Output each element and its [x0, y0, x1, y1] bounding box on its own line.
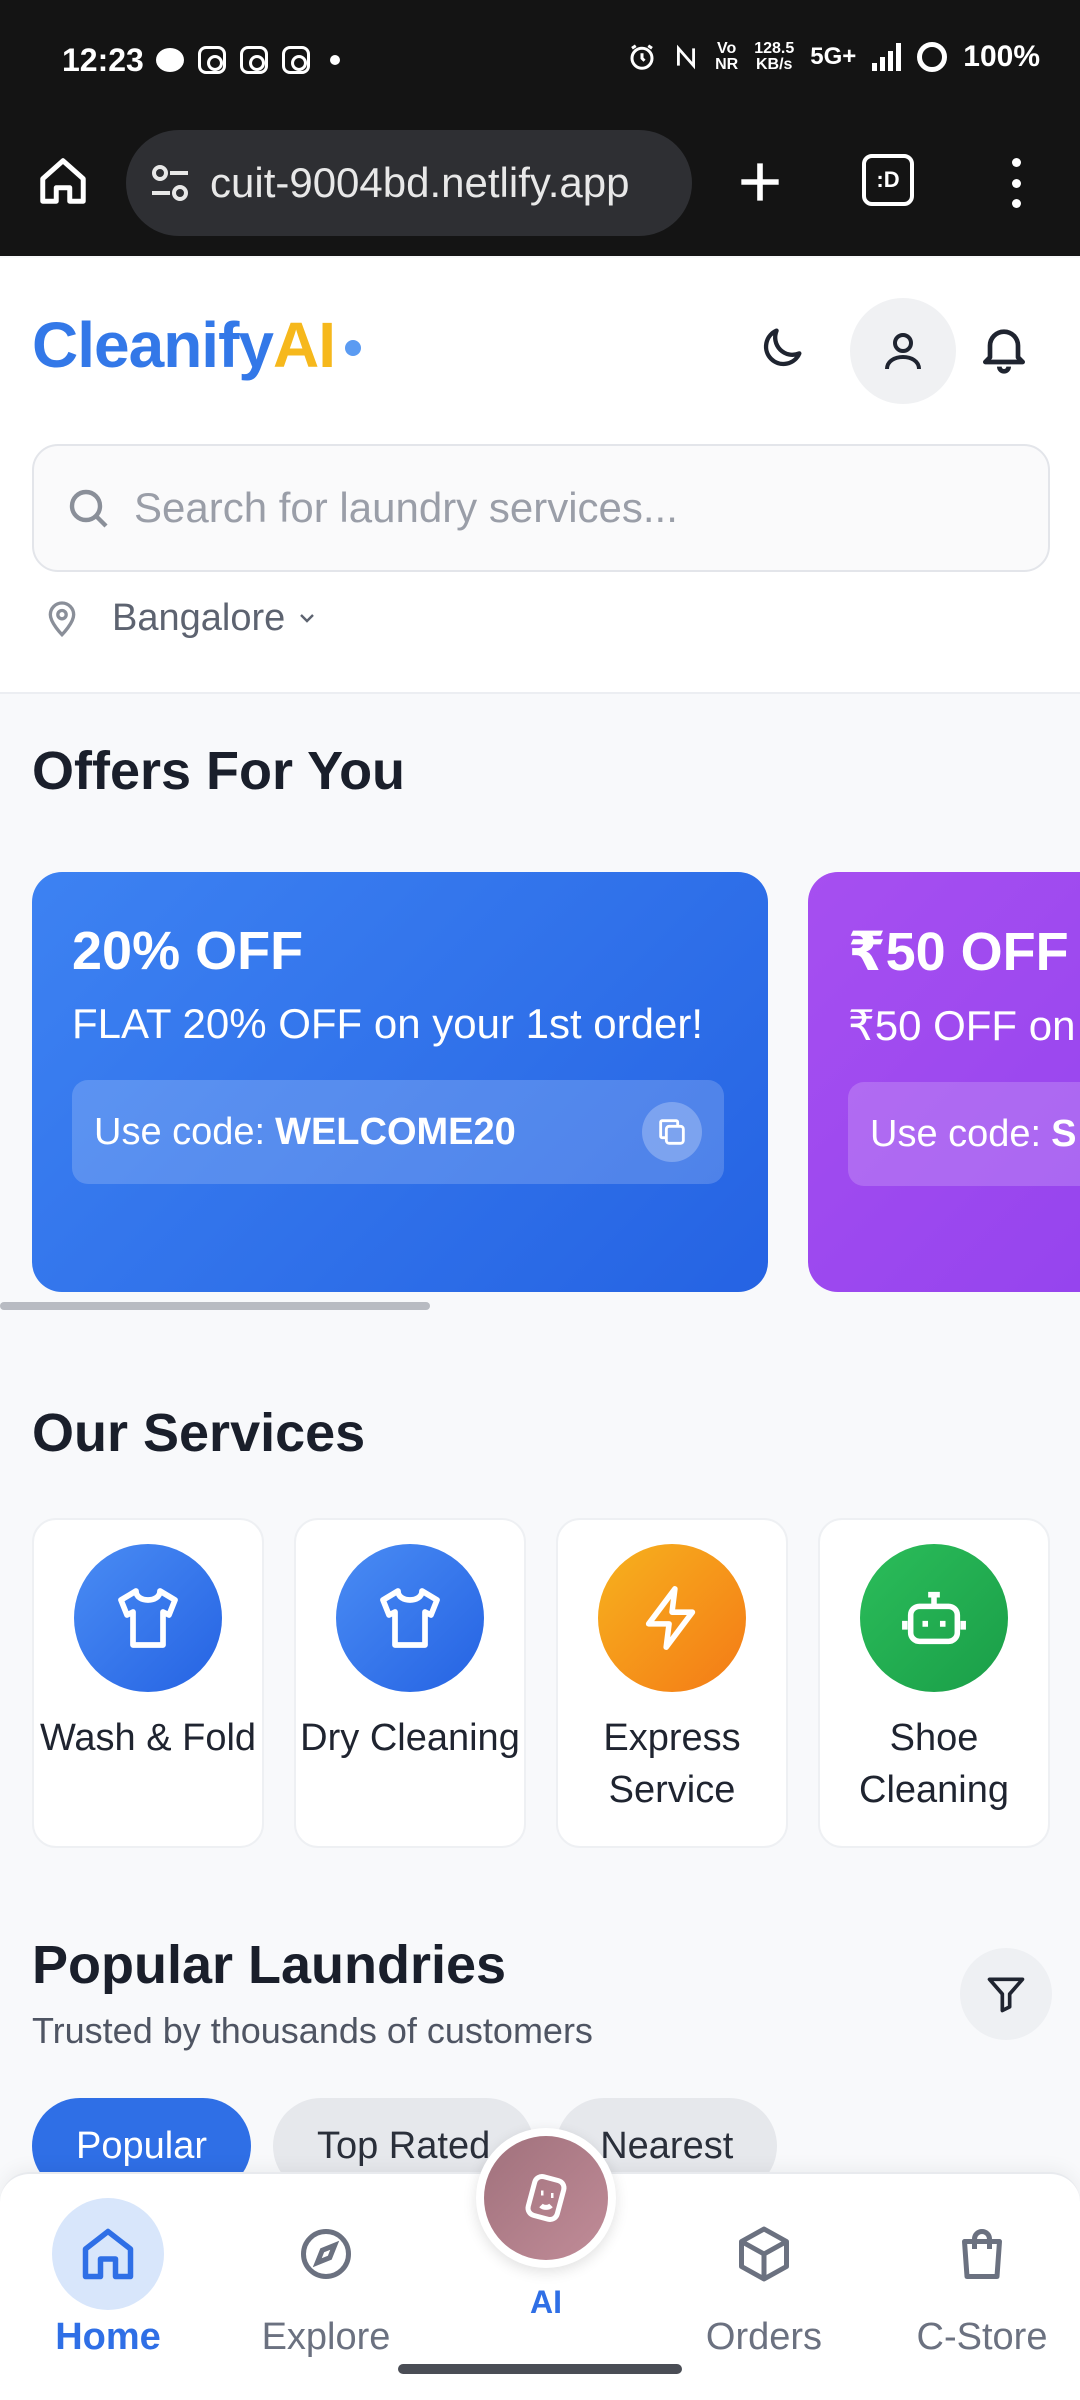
popular-section-title: Popular Laundries	[32, 1935, 507, 1995]
app-logo[interactable]: Cleanify AI	[32, 308, 361, 382]
more-notifications-dot-icon	[330, 55, 340, 65]
status-bar: 12:23 Vo NR 128.5 KB/s 5G+ 100%	[0, 0, 1080, 124]
new-tab-icon[interactable]	[732, 154, 788, 210]
profile-button[interactable]	[850, 298, 956, 404]
shopping-bag-icon	[926, 2198, 1038, 2310]
app-header: CleanifyAI Bangalore	[0, 258, 1080, 694]
box-icon	[708, 2198, 820, 2310]
instagram-icon	[282, 46, 310, 74]
service-label: Wash & Fold	[39, 1717, 257, 1759]
service-icon-circle	[336, 1544, 484, 1692]
search-icon	[69, 489, 108, 528]
shirt-icon	[380, 1588, 440, 1648]
service-shoe-cleaning[interactable]: Shoe Cleaning	[818, 1518, 1050, 1848]
instagram-icon	[240, 46, 268, 74]
url-text: cuit-9004bd.netlify.app	[210, 159, 630, 206]
service-wash-fold[interactable]: Wash & Fold	[32, 1518, 264, 1848]
copy-code-button[interactable]	[642, 1102, 702, 1162]
ai-button-inner	[484, 2136, 608, 2260]
signal-icon	[872, 43, 902, 71]
code-prefix: Use code:	[870, 1112, 1042, 1155]
nav-label: Orders	[705, 2316, 823, 2358]
status-indicators: Vo NR 128.5 KB/s 5G+ 100%	[627, 40, 1040, 74]
location-label: Bangalore	[112, 596, 286, 639]
ai-assistant-button[interactable]	[476, 2128, 616, 2268]
search-bar[interactable]	[32, 444, 1050, 572]
instagram-icon	[198, 46, 226, 74]
offer-description: ₹50 OFF on	[848, 1002, 1076, 1049]
service-icon-circle	[860, 1544, 1008, 1692]
nav-label: C-Store	[916, 2316, 1048, 2358]
tab-switcher-button[interactable]: :D	[862, 154, 914, 206]
search-input[interactable]	[134, 484, 994, 532]
notification-bell-icon[interactable]	[976, 320, 1032, 376]
service-icon-circle	[598, 1544, 746, 1692]
ai-label: AI	[530, 2284, 562, 2320]
chevron-down-icon	[300, 614, 315, 623]
notification-icons	[156, 46, 340, 74]
network-speed: 128.5 KB/s	[754, 40, 795, 73]
robot-icon	[902, 1591, 966, 1645]
service-label: Shoe Cleaning	[859, 1717, 1009, 1811]
promo-code: WELCOME20	[275, 1110, 516, 1153]
more-options-icon[interactable]	[1004, 158, 1028, 208]
logo-dot	[344, 340, 361, 356]
shirt-icon	[118, 1588, 178, 1648]
dark-mode-toggle-icon[interactable]	[756, 322, 808, 374]
offer-code-box: Use code: S	[848, 1082, 1080, 1186]
service-dry-cleaning[interactable]: Dry Cleaning	[294, 1518, 526, 1848]
nav-label: Home	[55, 2316, 161, 2358]
compass-icon	[270, 2198, 382, 2310]
location-pin-icon	[48, 601, 76, 638]
status-time: 12:23	[62, 42, 144, 78]
filter-icon	[987, 1977, 1025, 2013]
service-label: Express Service	[603, 1717, 741, 1811]
service-icon-circle	[74, 1544, 222, 1692]
service-express[interactable]: Express Service	[556, 1518, 788, 1848]
offer-card[interactable]: 20% OFF FLAT 20% OFF on your 1st order! …	[32, 872, 768, 1292]
battery-icon	[917, 42, 948, 72]
offer-code-box: Use code: WELCOME20	[72, 1080, 724, 1184]
nav-orders[interactable]: Orders	[664, 2198, 864, 2359]
services-section-title: Our Services	[32, 1403, 366, 1463]
volte-indicator: Vo NR	[715, 40, 739, 73]
carousel-scroll-indicator	[0, 1302, 430, 1310]
offers-carousel[interactable]: 20% OFF FLAT 20% OFF on your 1st order! …	[0, 872, 1080, 1292]
message-icon	[156, 48, 184, 72]
nav-explore[interactable]: Explore	[226, 2198, 426, 2359]
logo-text-accent: AI	[272, 309, 336, 381]
gesture-home-indicator[interactable]	[398, 2364, 682, 2374]
ai-tag-icon	[525, 2173, 567, 2223]
offer-headline: 20% OFF	[72, 921, 304, 981]
nfc-icon	[677, 44, 696, 70]
site-settings-icon[interactable]	[146, 159, 194, 207]
offer-headline: ₹50 OFF	[848, 922, 1069, 982]
nav-home[interactable]: Home	[8, 2198, 208, 2359]
offer-card[interactable]: ₹50 OFF ₹50 OFF on Use code: S	[808, 872, 1080, 1292]
home-icon[interactable]	[36, 154, 90, 208]
promo-code: S	[1051, 1112, 1077, 1155]
alarm-icon	[630, 44, 654, 70]
browser-toolbar: cuit-9004bd.netlify.app :D	[0, 124, 1080, 256]
user-icon	[885, 333, 921, 370]
copy-icon	[659, 1119, 685, 1145]
home-icon	[52, 2198, 164, 2310]
offer-description: FLAT 20% OFF on your 1st order!	[72, 1000, 704, 1047]
lightning-icon	[645, 1586, 696, 1650]
location-selector[interactable]: Bangalore	[42, 596, 319, 640]
nav-c-store[interactable]: C-Store	[882, 2198, 1080, 2359]
logo-text-primary: Cleanify	[32, 309, 274, 381]
filter-button[interactable]	[960, 1948, 1052, 2040]
service-label: Dry Cleaning	[300, 1717, 520, 1759]
battery-level: 100%	[963, 40, 1040, 73]
network-type: 5G+	[810, 43, 857, 70]
services-list: Wash & Fold Dry Cleaning Express Service…	[32, 1518, 1050, 1848]
address-bar[interactable]: cuit-9004bd.netlify.app	[126, 130, 692, 236]
code-prefix: Use code:	[94, 1110, 266, 1153]
nav-label: Explore	[261, 2316, 391, 2358]
offers-section-title: Offers For You	[32, 741, 406, 801]
popular-section-subtitle: Trusted by thousands of customers	[32, 2010, 593, 2051]
